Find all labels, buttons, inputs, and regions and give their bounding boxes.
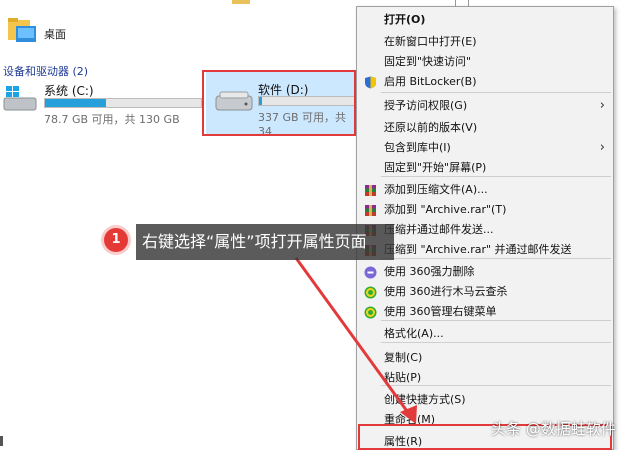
360-delete-icon	[364, 265, 377, 279]
context-menu-item-label: 在新窗口中打开(E)	[384, 35, 477, 48]
context-menu-item[interactable]: 使用 360强力删除	[357, 261, 613, 283]
360-manage-icon	[364, 305, 377, 319]
context-menu-item[interactable]: 还原以前的版本(V)	[357, 117, 613, 139]
context-menu-item[interactable]: 添加到压缩文件(A)...	[357, 179, 613, 201]
watermark: 头条 @数据蛙软件	[491, 420, 616, 438]
winrar-icon	[364, 203, 377, 216]
context-menu-item[interactable]: 包含到库中(I) ›	[357, 137, 613, 159]
context-menu-item-label: 格式化(A)...	[384, 327, 444, 340]
context-menu-item-label: 复制(C)	[384, 351, 423, 364]
context-menu-item[interactable]: 使用 360管理右键菜单	[357, 301, 613, 323]
desktop-label: 桌面	[44, 28, 66, 41]
context-menu-item[interactable]: 授予访问权限(G) ›	[357, 95, 613, 117]
context-menu-item-label: 固定到"快速访问"	[384, 55, 472, 68]
shield-icon	[364, 75, 377, 89]
context-menu-item-label: 包含到库中(I)	[384, 141, 451, 154]
devices-section-label: 设备和驱动器 (2)	[3, 65, 89, 78]
context-menu-item-label: 压缩到 "Archive.rar" 并通过邮件发送	[384, 243, 572, 256]
context-menu-item-label: 使用 360管理右键菜单	[384, 305, 497, 318]
context-menu-item-label: 添加到 "Archive.rar"(T)	[384, 203, 507, 216]
context-menu-item-label: 使用 360进行木马云查杀	[384, 285, 508, 298]
partial-folder-icon	[232, 0, 250, 4]
context-menu-item[interactable]: 固定到"开始"屏幕(P)	[357, 157, 613, 179]
context-menu-item-label: 添加到压缩文件(A)...	[384, 183, 488, 196]
context-menu-item-label: 压缩并通过邮件发送...	[384, 223, 494, 236]
drive-c-usage-bar	[44, 98, 202, 108]
drive-c-space: 78.7 GB 可用，共 130 GB	[44, 113, 180, 126]
context-menu-item[interactable]: 添加到 "Archive.rar"(T)	[357, 199, 613, 221]
submenu-chevron-icon: ›	[599, 98, 605, 113]
context-menu-item[interactable]: 粘贴(P)	[357, 367, 613, 389]
drive-c-name: 系统 (C:)	[44, 84, 94, 98]
context-menu-item[interactable]: 启用 BitLocker(B)	[357, 71, 613, 93]
context-menu-item-label: 打开(O)	[384, 13, 426, 26]
context-menu-item[interactable]: 打开(O)	[357, 9, 613, 31]
instruction-callout: 右键选择“属性”项打开属性页面	[136, 224, 394, 260]
drive-c[interactable]: 系统 (C:) 78.7 GB 可用，共 130 GB	[2, 80, 202, 126]
context-menu-item[interactable]: 格式化(A)...	[357, 323, 613, 345]
context-menu-item-label: 启用 BitLocker(B)	[384, 75, 477, 88]
left-edge-mark	[0, 436, 3, 446]
drive-d-highlight-box	[202, 70, 356, 136]
context-menu-item[interactable]: 创建快捷方式(S)	[357, 389, 613, 411]
winrar-icon	[364, 183, 377, 196]
context-menu-item[interactable]: 固定到"快速访问"	[357, 51, 613, 73]
context-menu-item[interactable]: 在新窗口中打开(E)	[357, 31, 613, 53]
context-menu-item-label: 还原以前的版本(V)	[384, 121, 478, 134]
context-menu-item[interactable]: 压缩到 "Archive.rar" 并通过邮件发送	[357, 239, 613, 261]
context-menu-item[interactable]: 使用 360进行木马云查杀	[357, 281, 613, 303]
desktop-item[interactable]: 桌面	[6, 12, 86, 54]
submenu-chevron-icon: ›	[599, 140, 605, 155]
drive-c-usage-fill	[45, 99, 106, 107]
desktop-folder-icon	[8, 18, 36, 42]
windows-drive-icon	[3, 86, 37, 111]
context-menu: 打开(O) 在新窗口中打开(E) 固定到"快速访问" 启用 BitLocker(B) 授…	[356, 6, 614, 450]
context-menu-item-label: 授予访问权限(G)	[384, 99, 468, 112]
360-scan-icon	[364, 285, 377, 299]
context-menu-item-label: 使用 360强力删除	[384, 265, 475, 278]
step-number-badge: 1	[104, 228, 128, 252]
context-menu-item-label: 创建快捷方式(S)	[384, 393, 466, 406]
context-menu-item-label: 固定到"开始"屏幕(P)	[384, 161, 487, 174]
context-menu-item[interactable]: 复制(C)	[357, 347, 613, 369]
context-menu-item-label: 粘贴(P)	[384, 371, 422, 384]
context-menu-item[interactable]: 压缩并通过邮件发送...	[357, 219, 613, 241]
